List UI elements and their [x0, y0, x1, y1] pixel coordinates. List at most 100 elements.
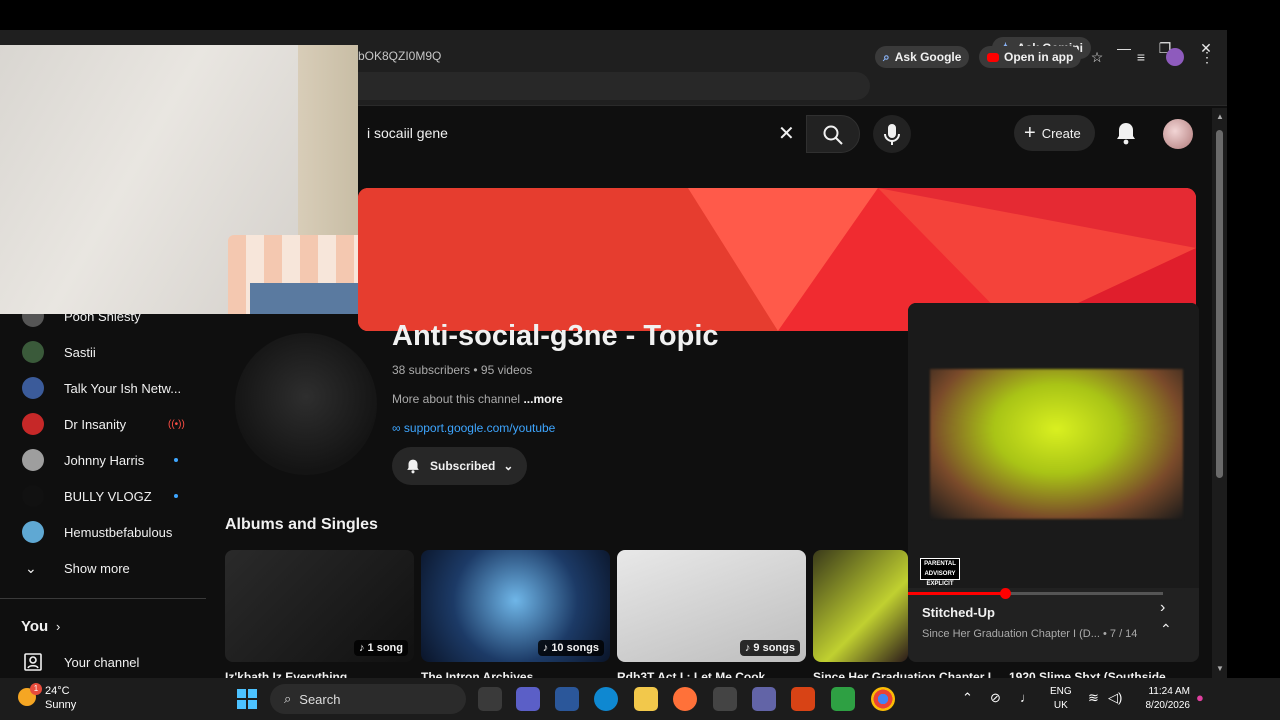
channel-link[interactable]: ∞ support.google.com/youtube [392, 421, 555, 435]
meta-separator: • [470, 363, 481, 377]
sidebar-item-dr-insanity[interactable]: Dr Insanity ((•)) [0, 406, 200, 442]
clock[interactable]: 11:24 AM 8/20/2026 [1138, 685, 1191, 713]
webcam-overlay [0, 45, 358, 314]
network-off-icon[interactable]: ⊘ [990, 690, 1001, 706]
channel-avatar-large[interactable] [235, 333, 377, 475]
taskbar-search[interactable]: ⌕ Search [270, 684, 466, 714]
albums-section-title: Albums and Singles [225, 516, 378, 533]
browser-menu-icon[interactable]: ⋮ [1196, 46, 1218, 68]
webcam-blanket [250, 283, 358, 314]
notifications-bell-icon[interactable] [1112, 119, 1140, 147]
mini-player[interactable]: PARENTAL ADVISORY EXPLICIT Stitched-Up Sin… [908, 303, 1199, 662]
sidebar-item-hemustbefabulous[interactable]: Hemustbefabulous [0, 514, 200, 550]
search-button[interactable] [806, 115, 860, 153]
microphone-icon[interactable]: ♩ [1020, 690, 1033, 705]
bell-icon [407, 459, 419, 474]
expand-up-icon[interactable]: ⌃ [1160, 621, 1172, 638]
plus-icon: + [1024, 122, 1036, 144]
sidebar-item-talk-your-ish[interactable]: Talk Your Ish Netw... [0, 370, 200, 406]
scroll-up-arrow-icon[interactable]: ▲ [1216, 112, 1224, 121]
your-channel-label: Your channel [64, 654, 140, 670]
sidebar-item-bully-vlogz[interactable]: BULLY VLOGZ [0, 478, 200, 514]
playback-scrubber[interactable] [999, 588, 1011, 599]
channel-avatar [22, 521, 44, 543]
volume-icon[interactable]: ◁) [1108, 690, 1122, 706]
youtube-logo-icon [987, 52, 999, 62]
album-card[interactable]: ♪ 9 songs [617, 550, 806, 662]
google-lens-icon: ⌕ [883, 49, 890, 64]
create-button[interactable]: + Create [1014, 115, 1095, 151]
song-count-badge: ♪ 9 songs [739, 640, 800, 656]
about-more-link[interactable]: ...more [523, 392, 562, 406]
clock-date: 8/20/2026 [1145, 700, 1191, 711]
sidebar-item-label: Hemustbefabulous [64, 524, 173, 540]
sidebar-item-sastii[interactable]: Sastii [0, 334, 200, 370]
link-icon: ∞ [392, 421, 401, 435]
mini-player-title: Stitched-Up [922, 605, 995, 620]
edge-icon[interactable] [594, 687, 618, 711]
task-view-icon[interactable] [478, 687, 502, 711]
mini-player-queue-position: • 7 / 14 [1102, 628, 1138, 640]
artwork-image [930, 369, 1183, 519]
calendar-app-icon[interactable] [713, 687, 737, 711]
scrollbar-thumb[interactable] [1216, 130, 1223, 478]
browser-profile-icon[interactable] [1166, 48, 1184, 66]
channel-about[interactable]: More about this channel ...more [392, 392, 563, 406]
channel-avatar [22, 377, 44, 399]
weather-notification-badge: 1 [30, 683, 42, 695]
file-explorer-icon[interactable] [634, 687, 658, 711]
language-indicator[interactable]: ENG UK [1050, 685, 1072, 713]
album-card[interactable]: ♪ 1 song [225, 550, 414, 662]
voice-search-button[interactable] [873, 115, 911, 153]
wifi-icon[interactable]: ≋ [1088, 690, 1099, 706]
chrome-icon[interactable] [871, 687, 895, 711]
green-app-icon[interactable] [831, 687, 855, 711]
sidebar-you-section[interactable]: You › [0, 608, 200, 644]
search-input[interactable]: i socaiil gene [367, 125, 448, 141]
sidebar-show-more[interactable]: ⌄ Show more [0, 550, 200, 586]
album-card[interactable]: ♪ 10 songs [421, 550, 610, 662]
reading-list-icon[interactable]: ≡ [1130, 46, 1152, 68]
channel-title: Anti-social-g3ne - Topic [392, 320, 719, 352]
teams-chat-icon[interactable] [516, 687, 540, 711]
subscriber-count: 38 subscribers [392, 363, 471, 377]
ask-google-label: Ask Google [894, 50, 962, 64]
song-count-badge: ♪ 1 song [353, 640, 408, 656]
create-label: Create [1041, 125, 1081, 141]
account-avatar[interactable] [1163, 119, 1193, 149]
word-icon[interactable] [555, 687, 579, 711]
new-content-dot [174, 494, 178, 498]
bookmark-star-icon[interactable]: ☆ [1086, 46, 1108, 68]
teams-icon[interactable] [752, 687, 776, 711]
channel-avatar [22, 341, 44, 363]
next-track-icon[interactable]: › [1160, 599, 1165, 617]
sidebar-divider [0, 598, 206, 599]
show-hidden-icons-icon[interactable]: ⌃ [962, 690, 973, 706]
subscribed-label: Subscribed [430, 459, 496, 473]
chevron-down-icon: ⌄ [503, 459, 514, 473]
firefox-icon[interactable] [673, 687, 697, 711]
mini-player-artwork[interactable]: PARENTAL ADVISORY EXPLICIT [908, 303, 1199, 588]
recorder-icon[interactable] [791, 687, 815, 711]
language-code: ENG [1050, 686, 1072, 697]
playback-progress-fill [908, 592, 1005, 595]
search-icon [823, 125, 843, 145]
you-label: You [21, 617, 49, 635]
channel-link-text[interactable]: support.google.com/youtube [404, 421, 555, 435]
scroll-down-arrow-icon[interactable]: ▼ [1216, 664, 1224, 673]
keyboard-layout: UK [1053, 700, 1068, 711]
sidebar-item-label: BULLY VLOGZ [64, 488, 152, 504]
subscribed-button[interactable]: Subscribed ⌄ [392, 447, 528, 485]
sidebar-item-your-channel[interactable]: Your channel [0, 644, 200, 680]
weather-temperature[interactable]: 24°C [45, 685, 70, 697]
open-in-app-button[interactable]: Open in app [979, 46, 1082, 68]
parental-advisory-logo: PARENTAL ADVISORY EXPLICIT [920, 558, 960, 587]
weather-description[interactable]: Sunny [45, 699, 76, 711]
clear-search-icon[interactable]: ✕ [778, 121, 795, 146]
sidebar-item-johnny-harris[interactable]: Johnny Harris [0, 442, 200, 478]
windows-start-icon[interactable] [236, 688, 258, 710]
album-card[interactable] [813, 550, 908, 662]
ask-google-button[interactable]: ⌕ Ask Google [875, 46, 970, 68]
notification-bell-icon[interactable]: ● [1196, 690, 1204, 705]
url-text[interactable]: bOK8QZI0M9Q [358, 49, 441, 63]
